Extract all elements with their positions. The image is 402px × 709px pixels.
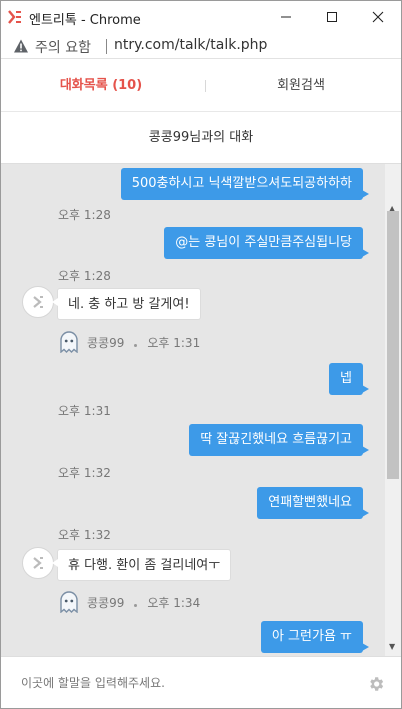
partner-name[interactable]: 콩콩99 <box>87 594 124 611</box>
partner-message-bubble: 네. 충 하고 방 갈게여! <box>52 288 201 320</box>
meta-separator <box>134 603 138 607</box>
talk-tabs: 대화목록 (10) 회원검색 <box>1 60 401 112</box>
meta-separator <box>134 343 138 347</box>
my-message-bubble: 아 그런가욤 ㅠ <box>260 621 370 653</box>
tab-chat-list[interactable]: 대화목록 (10) <box>1 60 201 112</box>
ghost-profile-icon <box>60 331 78 353</box>
close-icon <box>372 11 384 23</box>
warning-triangle-icon <box>14 39 28 53</box>
partner-message-meta: 콩콩99 오후 1:31 <box>59 331 200 353</box>
chat-messages-area[interactable]: 500충하시고 닉색깔받으셔도되공하하하 오후 1:28 @는 콩님이 주실만큼… <box>1 164 401 656</box>
window-title: 엔트리톡 - Chrome <box>29 13 141 28</box>
security-warning-label[interactable]: 주의 요함 <box>35 37 91 57</box>
my-message-bubble: 500충하시고 닉색깔받으셔도되공하하하 <box>120 168 370 200</box>
my-message-bubble: 넵 <box>329 363 369 395</box>
partner-avatar[interactable] <box>22 547 54 579</box>
chat-scrollbar[interactable]: ▲ ▼ <box>385 164 401 656</box>
scroll-thumb[interactable] <box>387 211 399 479</box>
title-bar: 엔트리톡 - Chrome <box>1 1 401 33</box>
message-input[interactable] <box>11 667 351 699</box>
message-time: 오후 1:31 <box>58 404 111 418</box>
entry-logo-icon <box>33 557 43 569</box>
tab-member-search[interactable]: 회원검색 <box>201 60 401 112</box>
message-time: 오후 1:31 <box>147 335 201 350</box>
address-bar[interactable]: 주의 요함 ntry.com/talk/talk.php <box>1 33 401 59</box>
message-time: 오후 1:32 <box>58 466 111 480</box>
gear-icon[interactable] <box>367 675 385 693</box>
message-time: 오후 1:28 <box>58 269 111 283</box>
url-text[interactable]: ntry.com/talk/talk.php <box>114 37 267 53</box>
maximize-button[interactable] <box>309 1 355 33</box>
message-input-bar <box>1 656 401 708</box>
minimize-button[interactable] <box>263 1 309 33</box>
my-message-bubble: 딱 잘끊긴했네요 흐름끊기고 <box>189 424 369 456</box>
minimize-icon <box>281 16 291 18</box>
url-divider <box>106 39 107 54</box>
my-message-bubble: @는 콩님이 주실만큼주심됩니당 <box>164 227 369 259</box>
partner-message-meta: 콩콩99 오후 1:34 <box>59 591 200 613</box>
entry-logo-icon <box>33 296 43 308</box>
scroll-down-arrow-icon[interactable]: ▼ <box>389 642 395 651</box>
my-message-bubble: 연패할뻔했네요 <box>257 487 369 519</box>
browser-window: 엔트리톡 - Chrome 주의 요함 ntry.com/talk/talk.p… <box>0 0 402 709</box>
message-time: 오후 1:28 <box>58 208 111 222</box>
conversation-title: 콩콩99님과의 대화 <box>1 112 401 164</box>
partner-message-bubble: 휴 다행. 환이 좀 걸리네여ㅜ <box>51 549 232 581</box>
entry-talk-logo-icon <box>8 10 21 24</box>
message-time: 오후 1:32 <box>58 528 111 542</box>
partner-avatar[interactable] <box>22 286 54 318</box>
partner-name[interactable]: 콩콩99 <box>87 334 124 351</box>
maximize-icon <box>327 12 337 22</box>
message-time: 오후 1:34 <box>147 595 201 610</box>
ghost-profile-icon <box>60 591 78 613</box>
close-button[interactable] <box>355 1 401 33</box>
